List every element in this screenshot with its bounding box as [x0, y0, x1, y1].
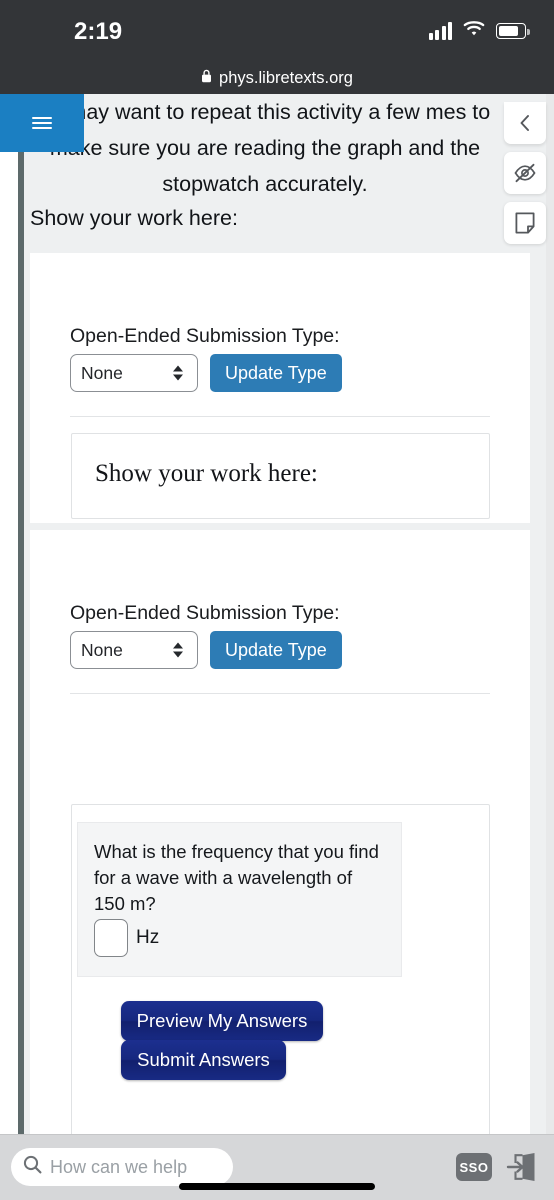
submission-card-two: Open-Ended Submission Type: None Update … [30, 530, 530, 1134]
help-search-input[interactable] [50, 1156, 220, 1178]
page-left-margin [0, 94, 18, 1134]
page-content: ɔu may want to repeat this activity a fe… [0, 94, 554, 1134]
note-button[interactable] [504, 202, 546, 244]
hamburger-menu-button[interactable] [0, 94, 84, 152]
chevron-left-icon [517, 113, 533, 133]
submission-type-select-two[interactable]: None [70, 631, 198, 669]
browser-url-bar[interactable]: phys.libretexts.org [0, 62, 554, 94]
sign-in-door-icon[interactable] [506, 1152, 538, 1182]
hide-toggle-button[interactable] [504, 152, 546, 194]
search-icon [23, 1155, 42, 1179]
question-panel: What is the frequency that you find for … [77, 822, 402, 977]
hamburger-menu-icon [32, 113, 52, 132]
submission-type-label-one: Open-Ended Submission Type: [70, 325, 340, 347]
battery-icon [496, 23, 530, 39]
card-divider-two [70, 693, 490, 694]
cellular-signal-icon [428, 22, 452, 40]
back-button[interactable] [504, 102, 546, 144]
url-text: phys.libretexts.org [219, 68, 353, 87]
preview-my-answers-button[interactable]: Preview My Answers [121, 1001, 323, 1041]
update-type-button-one[interactable]: Update Type [210, 354, 342, 392]
submit-answers-button[interactable]: Submit Answers [121, 1040, 286, 1080]
stepper-chevrons-icon [173, 365, 183, 381]
update-type-button-two[interactable]: Update Type [210, 631, 342, 669]
help-search-box[interactable] [11, 1148, 233, 1186]
intro-paragraph: ɔu may want to repeat this activity a fe… [39, 100, 491, 196]
submission-card-one: Open-Ended Submission Type: None Update … [30, 253, 530, 523]
answer-unit-label: Hz [136, 927, 160, 948]
frequency-answer-input[interactable] [94, 919, 128, 957]
show-work-heading: Show your work here: [30, 206, 238, 230]
home-indicator [179, 1183, 375, 1190]
answer-prompt-text: Show your work here: [95, 460, 318, 487]
answer-display-box-one: Show your work here: [71, 433, 490, 519]
submission-type-value-two: None [81, 639, 123, 660]
answer-input-row: Hz [94, 919, 159, 957]
page-left-rail [18, 94, 24, 1134]
stepper-chevrons-icon [173, 642, 183, 658]
sso-badge[interactable]: SSO [456, 1153, 492, 1181]
status-bar-icons [428, 20, 530, 42]
lock-icon [201, 69, 212, 88]
card-divider-one [70, 416, 490, 417]
mobile-browser-screen: 2:19 phys.libretexts.org ɔu may want to … [0, 0, 554, 1200]
wifi-icon [463, 20, 485, 42]
submission-type-label-two: Open-Ended Submission Type: [70, 602, 340, 624]
note-page-icon [514, 211, 536, 235]
bottom-toolbar: SSO [0, 1134, 554, 1200]
submission-type-value-one: None [81, 362, 123, 383]
page-right-edge [546, 94, 554, 1134]
ios-status-bar: 2:19 [0, 0, 554, 62]
eye-slash-icon [513, 162, 537, 184]
question-text: What is the frequency that you find for … [94, 841, 379, 914]
status-bar-time: 2:19 [74, 18, 123, 45]
submission-type-select-one[interactable]: None [70, 354, 198, 392]
